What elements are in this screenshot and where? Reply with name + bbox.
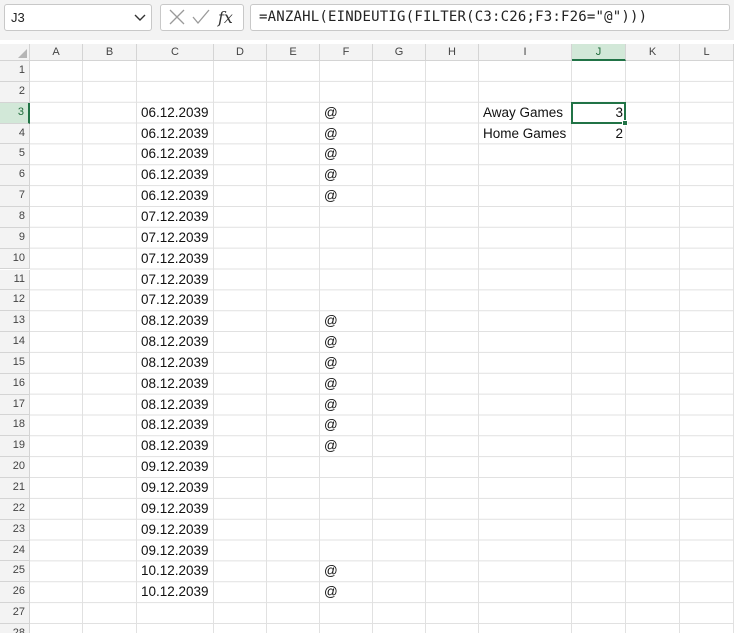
cell-f5[interactable]: @ xyxy=(320,144,373,165)
cell-c12[interactable]: 07.12.2039 xyxy=(137,290,214,311)
row-header-27[interactable]: 27 xyxy=(0,603,30,624)
formula-bar: J3 fx =ANZAHL(EINDEUTIG(FILTER(C3:C26;F3… xyxy=(0,0,734,40)
column-header-h[interactable]: H xyxy=(426,44,479,61)
cell-f26[interactable]: @ xyxy=(320,582,373,603)
cell-c3[interactable]: 06.12.2039 xyxy=(137,103,214,124)
row-header-19[interactable]: 19 xyxy=(0,436,30,458)
column-header-d[interactable]: D xyxy=(214,44,267,61)
fill-handle[interactable] xyxy=(622,119,628,126)
cell-c21[interactable]: 09.12.2039 xyxy=(137,478,214,499)
column-header-f[interactable]: F xyxy=(320,44,373,61)
row-header-20[interactable]: 20 xyxy=(0,457,30,478)
grid-lines xyxy=(30,61,734,633)
cell-c20[interactable]: 09.12.2039 xyxy=(137,457,214,478)
cell-f13[interactable]: @ xyxy=(320,311,373,332)
cell-j3[interactable]: 3 xyxy=(572,103,626,124)
row-header-2[interactable]: 2 xyxy=(0,81,30,103)
select-all-triangle-icon xyxy=(18,49,27,58)
cell-c7[interactable]: 06.12.2039 xyxy=(137,186,214,207)
cell-c16[interactable]: 08.12.2039 xyxy=(137,374,214,395)
row-header-6[interactable]: 6 xyxy=(0,165,30,187)
cell-c24[interactable]: 09.12.2039 xyxy=(137,541,214,562)
column-header-g[interactable]: G xyxy=(373,44,426,61)
row-header-11[interactable]: 11 xyxy=(0,269,30,291)
row-header-17[interactable]: 17 xyxy=(0,394,30,416)
formula-text: =ANZAHL(EINDEUTIG(FILTER(C3:C26;F3:F26="… xyxy=(259,9,648,25)
cell-f3[interactable]: @ xyxy=(320,103,373,124)
cell-f4[interactable]: @ xyxy=(320,124,373,145)
cell-f16[interactable]: @ xyxy=(320,374,373,395)
cell-c18[interactable]: 08.12.2039 xyxy=(137,415,214,436)
fx-icon[interactable]: fx xyxy=(216,5,240,30)
row-header-21[interactable]: 21 xyxy=(0,478,30,499)
name-box-value: J3 xyxy=(11,10,25,25)
cell-f25[interactable]: @ xyxy=(320,561,373,582)
cell-f19[interactable]: @ xyxy=(320,436,373,457)
formula-input[interactable]: =ANZAHL(EINDEUTIG(FILTER(C3:C26;F3:F26="… xyxy=(250,4,730,31)
cell-f15[interactable]: @ xyxy=(320,353,373,374)
cell-c5[interactable]: 06.12.2039 xyxy=(137,144,214,165)
cell-c26[interactable]: 10.12.2039 xyxy=(137,582,214,603)
row-header-1[interactable]: 1 xyxy=(0,61,30,82)
row-header-23[interactable]: 23 xyxy=(0,519,30,541)
name-box[interactable]: J3 xyxy=(4,4,152,31)
cell-c22[interactable]: 09.12.2039 xyxy=(137,499,214,520)
cell-c19[interactable]: 08.12.2039 xyxy=(137,436,214,457)
column-header-l[interactable]: L xyxy=(680,44,734,61)
select-all-corner[interactable] xyxy=(0,44,30,61)
column-header-i[interactable]: I xyxy=(479,44,572,61)
row-header-7[interactable]: 7 xyxy=(0,186,30,207)
row-header-24[interactable]: 24 xyxy=(0,540,30,562)
column-header-a[interactable]: A xyxy=(30,44,83,61)
cell-c15[interactable]: 08.12.2039 xyxy=(137,353,214,374)
row-header-4[interactable]: 4 xyxy=(0,123,30,145)
formula-buttons: fx xyxy=(160,4,244,31)
row-header-12[interactable]: 12 xyxy=(0,290,30,312)
column-header-c[interactable]: C xyxy=(137,44,214,61)
cell-c13[interactable]: 08.12.2039 xyxy=(137,311,214,332)
column-header-j[interactable]: J xyxy=(572,44,626,61)
row-header-8[interactable]: 8 xyxy=(0,206,30,228)
row-header-16[interactable]: 16 xyxy=(0,373,30,395)
row-header-9[interactable]: 9 xyxy=(0,227,30,249)
column-header-b[interactable]: B xyxy=(83,44,137,61)
row-header-3[interactable]: 3 xyxy=(0,102,30,124)
cell-c9[interactable]: 07.12.2039 xyxy=(137,228,214,249)
chevron-down-icon[interactable] xyxy=(132,9,148,25)
cell-c8[interactable]: 07.12.2039 xyxy=(137,207,214,228)
row-header-25[interactable]: 25 xyxy=(0,561,30,583)
row-header-18[interactable]: 18 xyxy=(0,415,30,437)
cell-c6[interactable]: 06.12.2039 xyxy=(137,165,214,186)
row-header-13[interactable]: 13 xyxy=(0,311,30,333)
row-header-28[interactable]: 28 xyxy=(0,623,30,633)
cell-f17[interactable]: @ xyxy=(320,395,373,416)
cell-c17[interactable]: 08.12.2039 xyxy=(137,395,214,416)
cell-f6[interactable]: @ xyxy=(320,165,373,186)
svg-text:fx: fx xyxy=(217,8,233,27)
row-header-5[interactable]: 5 xyxy=(0,144,30,166)
cell-c4[interactable]: 06.12.2039 xyxy=(137,124,214,145)
excel-window: J3 fx =ANZAHL(EINDEUTIG(FILTER(C3:C26;F3… xyxy=(0,0,734,633)
column-header-k[interactable]: K xyxy=(626,44,680,61)
column-header-e[interactable]: E xyxy=(267,44,320,61)
cell-j4[interactable]: 2 xyxy=(572,124,626,145)
cell-c23[interactable]: 09.12.2039 xyxy=(137,520,214,541)
worksheet-grid[interactable]: A B C D E F G H I J K L 1 2 3 06.12.2039 @ Away Games 3 4 06… xyxy=(0,44,734,633)
cell-c25[interactable]: 10.12.2039 xyxy=(137,561,214,582)
row-header-10[interactable]: 10 xyxy=(0,248,30,270)
cell-c14[interactable]: 08.12.2039 xyxy=(137,332,214,353)
row-header-14[interactable]: 14 xyxy=(0,332,30,353)
row-header-15[interactable]: 15 xyxy=(0,352,30,374)
cell-i4[interactable]: Home Games xyxy=(479,124,572,145)
cell-f14[interactable]: @ xyxy=(320,332,373,353)
cell-f18[interactable]: @ xyxy=(320,415,373,436)
row-header-26[interactable]: 26 xyxy=(0,582,30,604)
check-icon[interactable] xyxy=(190,5,212,30)
cell-f7[interactable]: @ xyxy=(320,186,373,207)
row-header-22[interactable]: 22 xyxy=(0,498,30,520)
cell-c11[interactable]: 07.12.2039 xyxy=(137,270,214,291)
cell-c10[interactable]: 07.12.2039 xyxy=(137,249,214,270)
close-icon[interactable] xyxy=(166,5,188,30)
cell-i3[interactable]: Away Games xyxy=(479,103,572,124)
